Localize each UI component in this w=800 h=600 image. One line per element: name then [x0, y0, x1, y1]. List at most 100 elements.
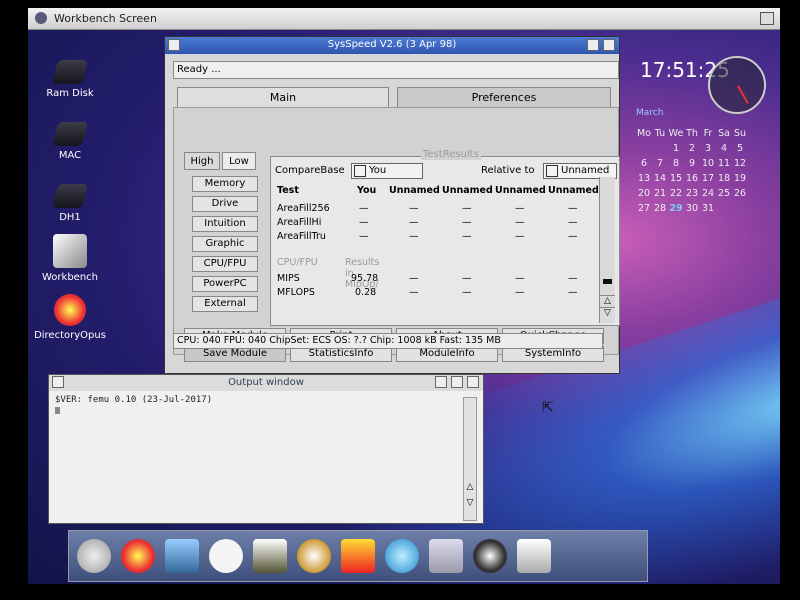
- desktop-icon-mac[interactable]: MAC: [30, 122, 110, 161]
- amp-icon[interactable]: [341, 539, 375, 573]
- day: 5: [736, 143, 744, 154]
- cell: MIPS: [277, 273, 300, 284]
- scroll-up-icon[interactable]: △: [464, 482, 476, 492]
- week-row: 6 7 8 9 10 11 12: [636, 156, 748, 171]
- day: [636, 141, 652, 156]
- weekday: Th: [686, 128, 698, 139]
- day: 7: [656, 158, 664, 169]
- graphic-button[interactable]: Graphic: [192, 236, 258, 252]
- cell: MFLOPS: [277, 287, 315, 298]
- desktop-icon-workbench[interactable]: Workbench: [30, 234, 110, 283]
- sysspeed-window: SysSpeed V2.6 (3 Apr 98) Ready ... Main …: [164, 36, 620, 374]
- intuition-button[interactable]: Intuition: [192, 216, 258, 232]
- calendar-month: March: [636, 108, 664, 118]
- cell: —: [359, 217, 369, 228]
- ibrowse-icon[interactable]: [77, 539, 111, 573]
- depth-icon[interactable]: [603, 39, 615, 51]
- iconify-icon[interactable]: [435, 376, 447, 388]
- results-legend: TestResults: [421, 149, 481, 160]
- tab-preferences[interactable]: Preferences: [397, 87, 611, 107]
- relative-to-label: Relative to: [481, 165, 535, 176]
- cell: AreaFillTru: [277, 231, 326, 242]
- cycle-icon: [354, 165, 366, 177]
- column-header: Unnamed: [389, 185, 440, 196]
- column-header: Test: [277, 185, 299, 196]
- close-icon[interactable]: [168, 39, 180, 51]
- day: 25: [717, 188, 731, 199]
- scroll-up-icon[interactable]: △: [600, 295, 615, 307]
- output-window: Output window $VER: femu 0.10 (23-Jul-20…: [48, 374, 484, 524]
- desktop-icon-label: MAC: [58, 150, 82, 161]
- text-cursor: [55, 407, 60, 414]
- cell: —: [462, 203, 472, 214]
- desktop-icon-ram-disk[interactable]: Ram Disk: [30, 60, 110, 99]
- day: 10: [701, 158, 715, 169]
- cell: —: [462, 231, 472, 242]
- media-player-icon[interactable]: [473, 539, 507, 573]
- compare-base-cycle[interactable]: You: [351, 163, 423, 179]
- day: 17: [701, 173, 715, 184]
- powerpc-button[interactable]: PowerPC: [192, 276, 258, 292]
- output-text[interactable]: $VER: femu 0.10 (23-Jul-2017): [55, 395, 212, 405]
- memory-button[interactable]: Memory: [192, 176, 258, 192]
- subtab-low[interactable]: Low: [222, 152, 256, 170]
- cell: —: [409, 217, 419, 228]
- column-header: Unnamed: [548, 185, 599, 196]
- compass-icon[interactable]: [385, 539, 419, 573]
- desktop-icon-directoryopus[interactable]: DirectoryOpus: [30, 294, 110, 341]
- weekday: Fr: [703, 128, 713, 139]
- cell: —: [515, 203, 525, 214]
- tab-main[interactable]: Main: [177, 87, 389, 107]
- cell: —: [515, 217, 525, 228]
- day: 6: [640, 158, 648, 169]
- scroll-knob[interactable]: [603, 279, 612, 284]
- cell: 0.28: [355, 287, 377, 298]
- day: 20: [637, 188, 651, 199]
- column-header: You: [357, 185, 377, 196]
- day: 22: [669, 188, 683, 199]
- drive-button[interactable]: Drive: [192, 196, 258, 212]
- globe-icon[interactable]: [297, 539, 331, 573]
- bird-icon[interactable]: [253, 539, 287, 573]
- cell: —: [409, 273, 419, 284]
- day: 3: [704, 143, 712, 154]
- day: [732, 201, 748, 216]
- cell: AreaFill256: [277, 203, 330, 214]
- directoryopus-icon[interactable]: [121, 539, 155, 573]
- relative-to-value: Unnamed: [561, 165, 610, 176]
- close-icon[interactable]: [52, 376, 64, 388]
- search-icon[interactable]: [165, 539, 199, 573]
- output-scrollbar[interactable]: △ ▽: [463, 397, 477, 521]
- depth-icon[interactable]: [467, 376, 479, 388]
- sysspeed-title-bar[interactable]: SysSpeed V2.6 (3 Apr 98): [165, 37, 619, 54]
- external-button[interactable]: External: [192, 296, 258, 312]
- day: 1: [672, 143, 680, 154]
- column-header: Unnamed: [495, 185, 546, 196]
- week-row: 13 14 15 16 17 18 19: [636, 171, 748, 186]
- day: 23: [685, 188, 699, 199]
- zoom-icon[interactable]: [587, 39, 599, 51]
- chat-icon[interactable]: [209, 539, 243, 573]
- cat-search-icon[interactable]: [517, 539, 551, 573]
- ram-disk-icon: [52, 60, 88, 84]
- cell: —: [409, 287, 419, 298]
- subtab-high[interactable]: High: [184, 152, 220, 170]
- amiga-logo-icon[interactable]: [35, 12, 47, 24]
- day: 13: [637, 173, 651, 184]
- shell-icon[interactable]: [429, 539, 463, 573]
- desktop-icon-dh1[interactable]: DH1: [30, 184, 110, 223]
- day: 9: [688, 158, 696, 169]
- directoryopus-icon: [54, 294, 86, 326]
- results-scrollbar[interactable]: △ ▽: [599, 177, 615, 323]
- day-today: 29: [669, 203, 683, 214]
- calendar-grid: Mo Tu We Th Fr Sa Su 12345 6 7 8 9 10 11 12 13…: [636, 126, 748, 216]
- cell: —: [359, 231, 369, 242]
- scroll-down-icon[interactable]: ▽: [600, 307, 615, 321]
- weekday: Sa: [718, 128, 730, 139]
- scroll-down-icon[interactable]: ▽: [464, 498, 476, 508]
- screen-depth-icon[interactable]: [760, 12, 774, 25]
- cell: —: [462, 287, 472, 298]
- zoom-icon[interactable]: [451, 376, 463, 388]
- cpu-fpu-button[interactable]: CPU/FPU: [192, 256, 258, 272]
- output-title-bar[interactable]: Output window: [49, 375, 483, 391]
